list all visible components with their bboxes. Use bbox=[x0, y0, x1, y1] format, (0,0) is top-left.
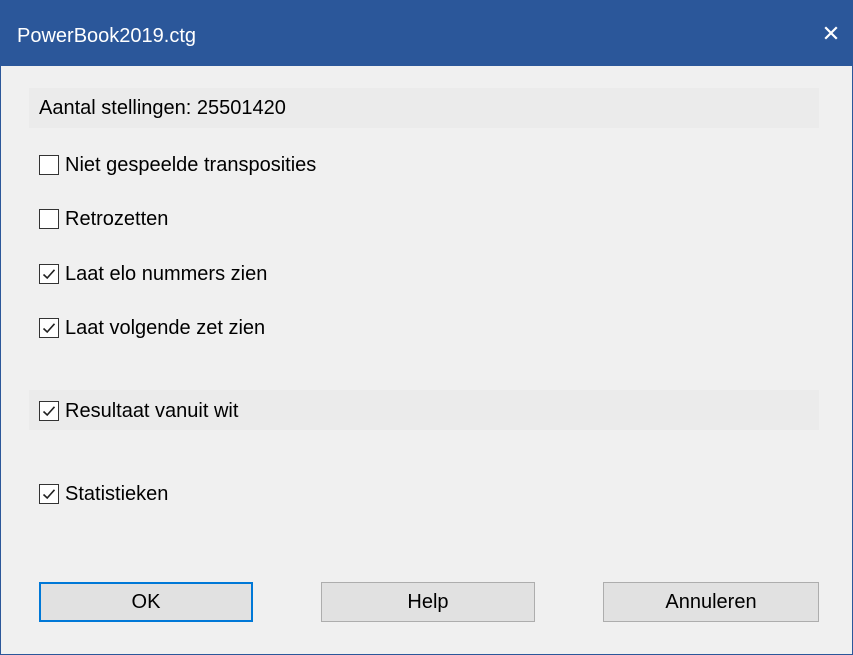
close-icon bbox=[824, 26, 838, 40]
option-result-from-white[interactable]: Resultaat vanuit wit bbox=[39, 398, 238, 424]
option-label: Laat volgende zet zien bbox=[65, 317, 266, 339]
checkbox[interactable] bbox=[39, 264, 59, 284]
option-retro-moves[interactable]: Retrozetten bbox=[39, 206, 168, 232]
option-label: Niet gespeelde transposities bbox=[65, 154, 317, 176]
option-label: Retrozetten bbox=[65, 208, 169, 230]
option-label: Laat elo nummers zien bbox=[65, 263, 268, 285]
checkbox[interactable] bbox=[39, 155, 59, 175]
checkmark-icon bbox=[42, 323, 56, 334]
window-title: PowerBook2019.ctg bbox=[17, 25, 197, 47]
checkbox[interactable] bbox=[39, 484, 59, 504]
checkmark-icon bbox=[42, 489, 56, 500]
dialog-window: PowerBook2019.ctg Aantal stellingen: 255… bbox=[0, 0, 853, 655]
checkmark-icon bbox=[42, 406, 56, 417]
option-unplayed-transpositions[interactable]: Niet gespeelde transposities bbox=[39, 152, 316, 178]
option-label: Resultaat vanuit wit bbox=[65, 400, 239, 422]
ok-button[interactable]: OK bbox=[39, 582, 253, 622]
checkbox[interactable] bbox=[39, 209, 59, 229]
help-button[interactable]: Help bbox=[321, 582, 535, 622]
cancel-button[interactable]: Annuleren bbox=[603, 582, 819, 622]
option-show-next-move[interactable]: Laat volgende zet zien bbox=[39, 315, 265, 341]
close-button[interactable] bbox=[808, 0, 853, 66]
title-bar[interactable]: PowerBook2019.ctg bbox=[1, 0, 853, 66]
checkbox[interactable] bbox=[39, 401, 59, 421]
option-statistics[interactable]: Statistieken bbox=[39, 481, 168, 507]
checkmark-icon bbox=[42, 269, 56, 280]
positions-count-label: Aantal stellingen: 25501420 bbox=[39, 97, 286, 119]
option-show-elo[interactable]: Laat elo nummers zien bbox=[39, 261, 267, 287]
option-label: Statistieken bbox=[65, 483, 169, 505]
checkbox[interactable] bbox=[39, 318, 59, 338]
